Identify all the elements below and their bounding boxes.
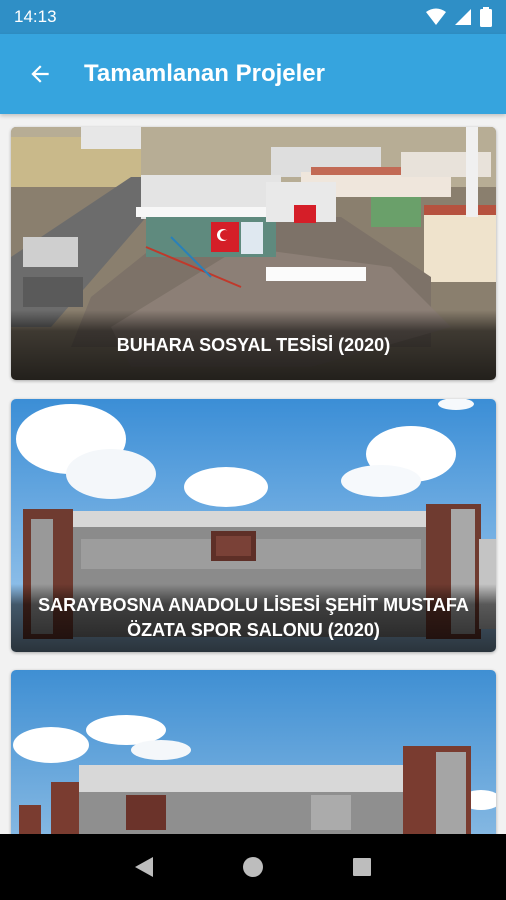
- nav-home-button[interactable]: [233, 847, 273, 887]
- project-image-3: [11, 670, 496, 834]
- arrow-left-icon: [31, 65, 49, 83]
- status-time: 14:13: [14, 7, 57, 26]
- recents-square-icon: [352, 858, 371, 876]
- nav-back-button[interactable]: [124, 847, 164, 887]
- system-nav-bar: [0, 834, 506, 900]
- project-card-buhara[interactable]: BUHARA SOSYAL TESİSİ (2020): [11, 127, 496, 380]
- project-card-saraybosna[interactable]: SARAYBOSNA ANADOLU LİSESİ ŞEHİT MUSTAFA …: [11, 399, 496, 652]
- wifi-icon: [426, 8, 446, 25]
- app-bar: Tamamlanan Projeler: [0, 34, 506, 114]
- project-title: SARAYBOSNA ANADOLU LİSESİ ŞEHİT MUSTAFA …: [11, 584, 496, 652]
- page-title: Tamamlanan Projeler: [84, 60, 325, 87]
- home-circle-icon: [242, 857, 263, 877]
- nav-recents-button[interactable]: [342, 847, 382, 887]
- status-bar: 14:13: [0, 0, 506, 34]
- project-title: BUHARA SOSYAL TESİSİ (2020): [11, 310, 496, 380]
- battery-icon: [480, 7, 492, 27]
- project-card-3[interactable]: [11, 670, 496, 834]
- status-icons: [426, 7, 492, 27]
- back-triangle-icon: [135, 857, 154, 877]
- back-button[interactable]: [24, 58, 56, 90]
- signal-icon: [455, 9, 471, 25]
- project-list[interactable]: BUHARA SOSYAL TESİSİ (2020) SARAYBOSNA A…: [0, 114, 506, 834]
